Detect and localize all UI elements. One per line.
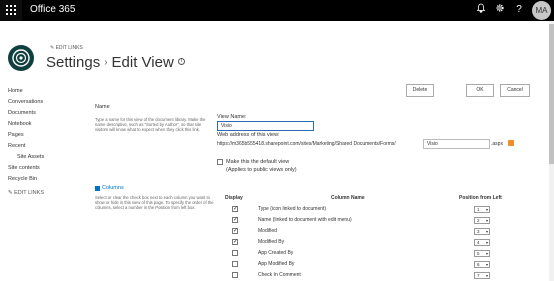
column-display-checkbox[interactable]: [232, 216, 238, 223]
nav-edit-links-label: EDIT LINKS: [14, 190, 44, 196]
scrollbar-thumb[interactable]: [549, 24, 554, 164]
column-name: Check In Comment: [258, 272, 301, 278]
web-address-prefix: https://m365b555418.sharepoint.com/sites…: [217, 141, 396, 147]
position-select[interactable]: 6: [474, 261, 490, 268]
column-name: Modified By: [258, 239, 285, 245]
nav-item-home[interactable]: Home: [8, 86, 44, 97]
brand-title[interactable]: Office 365: [30, 4, 75, 15]
info-icon[interactable]: i: [177, 57, 185, 65]
suite-bar: Office 365 ? MA: [0, 0, 554, 21]
column-name: App Created By: [258, 250, 294, 256]
column-display-checkbox[interactable]: [232, 250, 238, 256]
view-name-input[interactable]: Visio: [217, 121, 314, 131]
rss-icon[interactable]: [508, 140, 514, 146]
nav-item-site-contents[interactable]: Site contents: [8, 163, 44, 174]
nav-item-conversations[interactable]: Conversations: [8, 97, 44, 108]
bell-icon[interactable]: [474, 3, 488, 17]
title-edit-view: Edit View: [111, 54, 174, 71]
position-select[interactable]: 3: [474, 228, 490, 235]
column-display-checkbox[interactable]: [232, 205, 238, 212]
web-address-input[interactable]: Visio: [423, 139, 490, 149]
title-settings[interactable]: Settings: [46, 54, 100, 71]
nav-item-recycle-bin[interactable]: Recycle Bin: [8, 174, 44, 185]
delete-button[interactable]: Delete: [406, 84, 434, 97]
avatar[interactable]: MA: [532, 1, 551, 20]
position-select[interactable]: 7: [474, 272, 490, 279]
default-view-note: (Applies to public views only): [226, 167, 297, 173]
column-display-checkbox[interactable]: [232, 272, 238, 278]
site-logo[interactable]: [8, 45, 34, 71]
nav-item-recent[interactable]: Recent: [8, 141, 44, 152]
header-position: Position from Left: [459, 195, 502, 201]
view-name-label: View Name:: [217, 114, 247, 120]
name-section-heading: Name: [95, 104, 110, 110]
web-address-label: Web address of this view:: [217, 132, 280, 138]
name-section-description: Type a name for this view of the documen…: [95, 117, 206, 133]
cancel-button[interactable]: Cancel: [500, 84, 530, 97]
default-view-checkbox[interactable]: [217, 159, 223, 165]
gear-icon[interactable]: [493, 3, 507, 17]
edit-links-header[interactable]: ✎ EDIT LINKS: [50, 45, 83, 51]
ok-button[interactable]: OK: [466, 84, 494, 97]
column-name: Name (linked to document with edit menu): [258, 217, 352, 223]
collapse-icon[interactable]: [95, 186, 100, 191]
breadcrumb-separator: ›: [104, 57, 108, 68]
column-name: Modified: [258, 228, 277, 234]
position-select[interactable]: 5: [474, 250, 490, 257]
nav-item-site-assets[interactable]: Site Assets: [8, 152, 44, 163]
help-icon[interactable]: ?: [512, 3, 526, 17]
position-select[interactable]: 1: [474, 206, 490, 213]
web-address-suffix: .aspx: [491, 141, 503, 147]
column-display-checkbox[interactable]: [232, 261, 238, 267]
position-select[interactable]: 2: [474, 217, 490, 224]
position-select[interactable]: 4: [474, 239, 490, 246]
page-title: Settings › Edit View i: [46, 54, 185, 71]
left-nav: Home Conversations Documents Notebook Pa…: [8, 86, 44, 199]
header-column-name: Column Name: [331, 195, 365, 201]
nav-item-documents[interactable]: Documents: [8, 108, 44, 119]
columns-section-heading[interactable]: Columns: [102, 185, 124, 191]
column-name: Type (icon linked to document): [258, 206, 327, 212]
nav-item-notebook[interactable]: Notebook: [8, 119, 44, 130]
nav-item-pages[interactable]: Pages: [8, 130, 44, 141]
column-display-checkbox[interactable]: [232, 227, 238, 234]
column-name: App Modified By: [258, 261, 295, 267]
columns-section-description: Select or clear the check box next to ea…: [95, 195, 214, 211]
edit-links-label: EDIT LINKS: [55, 45, 83, 51]
header-display: Display: [225, 195, 243, 201]
column-display-checkbox[interactable]: [232, 238, 238, 245]
default-view-label: Make this the default view: [226, 159, 290, 165]
app-launcher-icon[interactable]: [0, 0, 22, 21]
nav-edit-links[interactable]: ✎ EDIT LINKS: [8, 188, 44, 199]
